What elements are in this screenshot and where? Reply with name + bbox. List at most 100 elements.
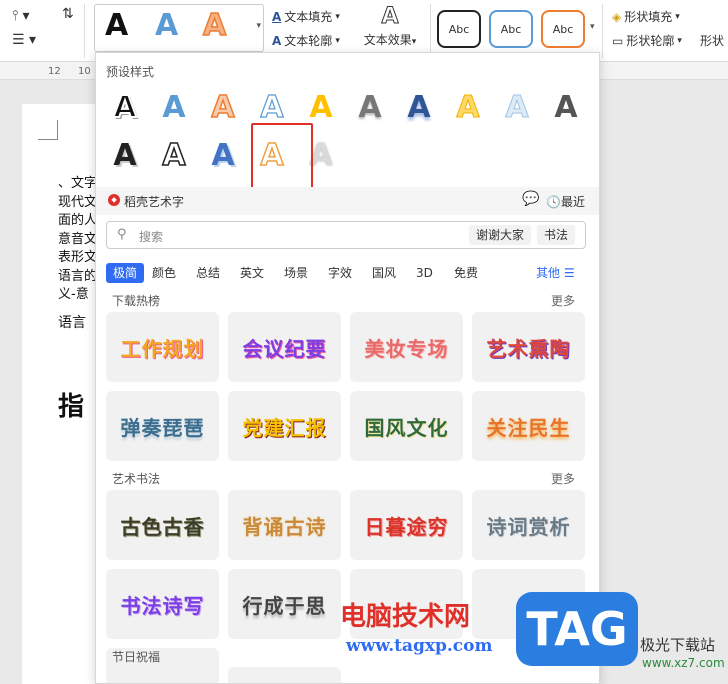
text-outline-icon: A xyxy=(272,33,282,48)
text-effect-button[interactable]: A 文本效果▾ xyxy=(358,4,422,48)
wordart-template-card[interactable]: 艺术熏陶 xyxy=(472,312,585,382)
search-input[interactable]: 搜索 xyxy=(139,228,163,245)
shape-outline-icon: ▭ xyxy=(612,33,624,48)
preset-selection-highlight xyxy=(251,123,313,189)
shape-outline-button[interactable]: ▭ 形状轮廓 ▾ xyxy=(612,32,682,49)
doc-line[interactable]: 意音文 xyxy=(58,231,97,249)
shape-style-2[interactable]: Abc xyxy=(489,10,533,48)
preset-style-8[interactable]: A xyxy=(451,92,485,123)
wordart-template-card[interactable]: 古色古香 xyxy=(106,490,219,560)
festival-card[interactable] xyxy=(106,667,219,683)
wordart-template-card[interactable]: 日暮途穷 xyxy=(350,490,463,560)
shape-effect-button[interactable]: 形状 xyxy=(700,32,724,49)
shape-style-3[interactable]: Abc xyxy=(541,10,585,48)
feedback-icon[interactable]: 💬 xyxy=(522,191,539,207)
doc-line[interactable]: 面的人 xyxy=(58,212,97,230)
more-categories-button[interactable]: 其他 ☰ xyxy=(536,263,575,283)
gallery-expand-icon[interactable]: ▾ xyxy=(256,21,261,31)
festival-card[interactable] xyxy=(228,667,341,683)
clock-icon: 🕓 xyxy=(546,195,561,209)
preset-style-4[interactable]: A xyxy=(255,92,289,123)
text-direction-icon[interactable]: ⫯ ▾ xyxy=(12,8,30,24)
category-tab[interactable]: 场景 xyxy=(284,263,308,283)
wordart-template-card[interactable]: 背诵古诗 xyxy=(228,490,341,560)
watermark-corner-url: www.xz7.com xyxy=(642,656,725,670)
wordart-template-card[interactable]: 美妆专场 xyxy=(350,312,463,382)
text-outline-label: 文本轮廓 xyxy=(284,34,333,48)
style-a-black[interactable]: A xyxy=(105,11,128,41)
recent-button[interactable]: 🕓最近 xyxy=(546,193,585,210)
section-hot-downloads-more[interactable]: 更多 xyxy=(551,292,575,309)
recent-label: 最近 xyxy=(560,195,585,209)
preset-style-12[interactable]: A xyxy=(157,140,191,172)
category-tab[interactable]: 颜色 xyxy=(152,263,176,283)
preset-style-10[interactable]: A xyxy=(549,93,583,123)
category-tab[interactable]: 总结 xyxy=(196,263,220,283)
daoke-header: ⬥ 稻壳艺术字 💬 🕓最近 xyxy=(96,187,599,215)
doc-line[interactable]: 表形文 xyxy=(58,249,97,267)
style-a-orange[interactable]: A xyxy=(202,10,227,42)
doc-line[interactable]: 、文字 xyxy=(58,175,97,193)
style-gallery: A A A ▾ xyxy=(94,4,264,52)
shape-style-1[interactable]: Abc xyxy=(437,10,481,48)
text-effect-icon: A xyxy=(381,4,399,30)
preset-style-2[interactable]: A xyxy=(157,93,191,123)
sort-icon[interactable]: ⇅ xyxy=(62,6,74,22)
category-tab[interactable]: 3D xyxy=(416,263,433,283)
doc-line[interactable]: 义-意 xyxy=(58,286,89,304)
preset-style-9[interactable]: A xyxy=(500,92,534,123)
wordart-template-card[interactable]: 关注民生 xyxy=(472,391,585,461)
search-tag-thanks[interactable]: 谢谢大家 xyxy=(469,225,532,245)
text-effect-label: 文本效果 xyxy=(363,33,412,47)
preset-style-5[interactable]: A xyxy=(304,93,338,123)
watermark-site-url: www.tagxp.com xyxy=(346,636,493,656)
wordart-template-card[interactable]: 诗词赏析 xyxy=(472,490,585,560)
wordart-template-card[interactable]: 工作规划 xyxy=(106,312,219,382)
wordart-template-card[interactable]: 弹奏琵琶 xyxy=(106,391,219,461)
wordart-template-card[interactable]: 党建汇报 xyxy=(228,391,341,461)
watermark-site-name: 电脑技术网 xyxy=(340,602,471,632)
section-hot-downloads-title: 下载热榜 xyxy=(112,294,161,308)
preset-style-3[interactable]: A xyxy=(206,92,240,124)
doc-line[interactable]: 语言的 xyxy=(58,268,97,286)
section-festival-title: 节日祝福 xyxy=(112,650,161,664)
preset-style-7[interactable]: A xyxy=(402,93,436,123)
text-fill-icon: A xyxy=(272,9,282,24)
watermark: 电脑技术网 www.tagxp.com TAG 极光下载站 www.xz7.co… xyxy=(340,590,728,684)
text-outline-button[interactable]: A 文本轮廓 ▾ xyxy=(272,32,340,49)
category-tab[interactable]: 英文 xyxy=(240,263,264,283)
section-calligraphy-more[interactable]: 更多 xyxy=(551,470,575,487)
watermark-logo: TAG xyxy=(516,592,638,666)
text-fill-button[interactable]: A 文本填充 ▾ xyxy=(272,8,340,25)
wordart-template-card[interactable]: 行成于思 xyxy=(228,569,341,639)
preset-style-1[interactable]: A xyxy=(108,92,142,124)
line-spacing-icon[interactable]: ☰ ▾ xyxy=(12,32,36,48)
category-tab[interactable]: 免费 xyxy=(454,263,478,283)
preset-section-title: 预设样式 xyxy=(106,65,155,79)
category-tab[interactable]: 极简 xyxy=(106,263,145,283)
shape-gallery-expand-icon[interactable]: ▾ xyxy=(590,22,595,32)
daoke-logo-icon: ⬥ xyxy=(108,194,120,206)
search-tag-calligraphy[interactable]: 书法 xyxy=(537,225,576,245)
category-tab[interactable]: 国风 xyxy=(372,263,396,283)
search-box[interactable]: ⚲ 搜索 谢谢大家 书法 xyxy=(106,221,586,249)
search-icon: ⚲ xyxy=(117,227,127,242)
category-tab[interactable]: 字效 xyxy=(328,263,352,283)
shape-fill-icon: ◈ xyxy=(612,9,622,24)
shape-fill-button[interactable]: ◈ 形状填充 ▾ xyxy=(612,8,680,25)
style-a-blue[interactable]: A xyxy=(155,11,178,41)
watermark-corner-text: 极光下载站 xyxy=(640,636,716,654)
daoke-title: 稻壳艺术字 xyxy=(124,195,185,209)
wordart-template-card[interactable]: 会议纪要 xyxy=(228,312,341,382)
wordart-template-card[interactable]: 书法诗写 xyxy=(106,569,219,639)
preset-style-13[interactable]: A xyxy=(206,141,240,171)
doc-line-language[interactable]: 语言 xyxy=(58,314,86,332)
preset-style-11[interactable]: A xyxy=(108,141,142,171)
ruler-number: 12 xyxy=(48,66,61,77)
doc-heading[interactable]: 指 xyxy=(58,392,84,422)
wordart-template-card[interactable]: 国风文化 xyxy=(350,391,463,461)
shape-outline-label: 形状轮廓 xyxy=(626,34,675,48)
doc-line[interactable]: 现代文 xyxy=(58,194,97,212)
preset-style-6[interactable]: A xyxy=(353,93,387,123)
watermark-logo-text: TAG xyxy=(526,602,628,656)
